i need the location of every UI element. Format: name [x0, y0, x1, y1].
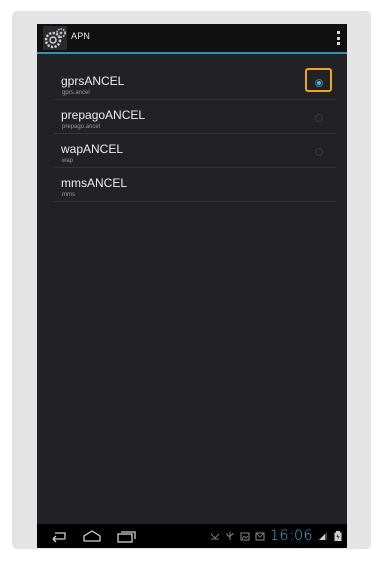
apn-name: gprsANCEL [61, 74, 125, 88]
apn-item-mmsancel[interactable]: mmsANCEL mms [54, 168, 336, 202]
apn-name: prepagoANCEL [61, 108, 146, 122]
usb-icon [226, 532, 234, 540]
apn-radio[interactable] [315, 148, 323, 156]
apn-value: mms [62, 192, 75, 198]
system-nav-bar: 16:06 [37, 524, 347, 548]
status-area[interactable]: 16:06 [210, 527, 343, 545]
clock: 16:06 [270, 528, 313, 544]
page-title: APN [71, 31, 91, 41]
signal-icon [319, 532, 327, 540]
home-icon[interactable] [81, 528, 103, 544]
apn-name: wapANCEL [61, 142, 124, 156]
back-icon[interactable] [47, 528, 69, 544]
device-screen: APN gprsANCEL gprs.ancel prepagoANCEL pr… [37, 24, 347, 548]
apn-radio-selected[interactable] [315, 79, 323, 87]
image-icon [240, 532, 250, 541]
overflow-menu-icon[interactable] [333, 30, 343, 46]
apn-value: wap [62, 158, 74, 164]
battery-icon [334, 531, 342, 541]
apn-list: gprsANCEL gprs.ancel prepagoANCEL prepag… [54, 66, 336, 202]
notification-chevron-icon [210, 533, 220, 540]
apn-radio[interactable] [315, 114, 323, 122]
apn-value: prepago.ancel [62, 124, 101, 130]
settings-gears-icon[interactable] [43, 26, 67, 50]
action-bar: APN [37, 24, 347, 54]
apn-item-prepagoancel[interactable]: prepagoANCEL prepago.ancel [54, 100, 336, 134]
apn-value: gprs.ancel [62, 90, 90, 96]
apn-name: mmsANCEL [61, 176, 128, 190]
apn-item-wapancel[interactable]: wapANCEL wap [54, 134, 336, 168]
mail-icon [255, 532, 265, 541]
apn-item-gprsancel[interactable]: gprsANCEL gprs.ancel [54, 66, 336, 100]
recent-apps-icon[interactable] [115, 528, 137, 544]
